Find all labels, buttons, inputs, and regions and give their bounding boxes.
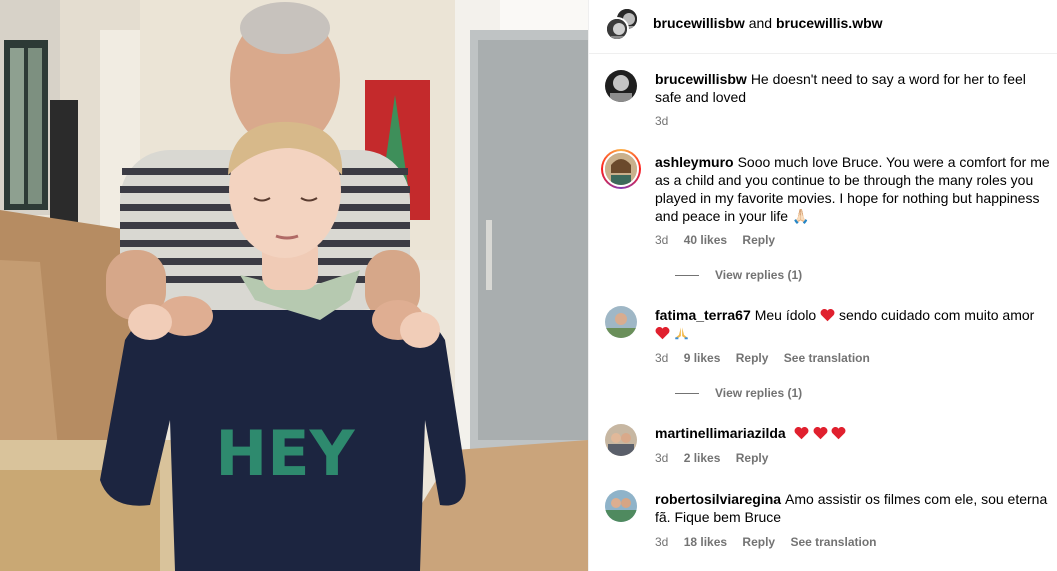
avatar[interactable]	[605, 490, 637, 522]
comment-meta: 3d 18 likes Reply See translation	[655, 535, 888, 549]
comment-meta: 3d 2 likes Reply	[655, 451, 780, 465]
comment-body: brucewillisbw He doesn't need to say a wo…	[655, 70, 1055, 106]
comment-username[interactable]: robertosilviaregina	[655, 491, 781, 507]
caption-comment: brucewillisbw He doesn't need to say a wo…	[605, 70, 1045, 130]
comment-time[interactable]: 3d	[655, 451, 668, 465]
post-image: HEY	[0, 0, 588, 571]
author-username[interactable]: brucewillisbw	[653, 15, 745, 31]
comment-body: fatima_terra67 Meu ídolo sendo cuidado co…	[655, 306, 1055, 342]
comment-time[interactable]: 3d	[655, 114, 668, 128]
avatar[interactable]	[605, 70, 637, 102]
comment-meta: 3d 9 likes Reply See translation	[655, 351, 882, 365]
comment: robertosilviaregina Amo assistir os filme…	[605, 490, 1047, 550]
comment: martinellimariazilda 3d 2 likes Reply	[605, 424, 1045, 469]
divider-line	[675, 393, 699, 395]
comment: fatima_terra67 Meu ídolo sendo cuidado co…	[605, 306, 1045, 402]
reply-button[interactable]: Reply	[742, 535, 775, 549]
avatar[interactable]	[605, 306, 637, 338]
comment-text: sendo cuidado com muito amor	[839, 307, 1035, 323]
reply-button[interactable]: Reply	[736, 451, 769, 465]
comment-body: martinellimariazilda	[655, 424, 1055, 442]
reply-button[interactable]: Reply	[742, 233, 775, 247]
comment-likes[interactable]: 40 likes	[684, 233, 727, 247]
comment-time[interactable]: 3d	[655, 233, 668, 247]
comment-likes[interactable]: 18 likes	[684, 535, 727, 549]
view-replies-label: View replies (1)	[715, 386, 803, 400]
heart-emoji-icon	[813, 426, 827, 440]
comment-text: Meu ídolo	[754, 307, 817, 323]
author-conjunction: and	[748, 15, 773, 31]
comment-likes[interactable]: 2 likes	[684, 451, 721, 465]
praying-hands-emoji-icon	[675, 327, 688, 340]
avatar[interactable]	[601, 149, 641, 189]
view-replies-button[interactable]: View replies (1)	[675, 386, 802, 400]
heart-emoji-icon	[794, 426, 809, 440]
comment-body: robertosilviaregina Amo assistir os filme…	[655, 490, 1055, 526]
avatar[interactable]	[605, 17, 629, 41]
see-translation-button[interactable]: See translation	[790, 535, 876, 549]
comment-username[interactable]: brucewillisbw	[655, 71, 747, 87]
post-header: brucewillisbw and brucewillis.wbw	[589, 0, 1057, 54]
comment-body: ashleymuro Sooo much love Bruce. You were…	[655, 153, 1055, 225]
comment-username[interactable]: ashleymuro	[655, 154, 734, 170]
comment-time[interactable]: 3d	[655, 535, 668, 549]
heart-emoji-icon	[831, 426, 846, 440]
heart-emoji-icon	[820, 308, 835, 322]
avatar[interactable]	[605, 424, 637, 456]
reply-button[interactable]: Reply	[736, 351, 769, 365]
view-replies-button[interactable]: View replies (1)	[675, 268, 802, 282]
comment: ashleymuro Sooo much love Bruce. You were…	[601, 149, 1050, 283]
sweater-text: HEY	[215, 417, 355, 490]
comment-username[interactable]: martinellimariazilda	[655, 425, 786, 441]
comment-meta: 3d	[655, 114, 680, 128]
heart-emoji-icon	[655, 326, 670, 340]
divider-line	[675, 275, 699, 277]
post-authors: brucewillisbw and brucewillis.wbw	[653, 15, 883, 31]
comments-panel: brucewillisbw and brucewillis.wbw brucew…	[588, 0, 1057, 571]
comment-likes[interactable]: 9 likes	[684, 351, 721, 365]
comment-username[interactable]: fatima_terra67	[655, 307, 751, 323]
comment-time[interactable]: 3d	[655, 351, 668, 365]
view-replies-label: View replies (1)	[715, 268, 803, 282]
post-photo[interactable]: HEY	[0, 0, 588, 571]
see-translation-button[interactable]: See translation	[784, 351, 870, 365]
comment-meta: 3d 40 likes Reply	[655, 233, 787, 247]
author-username[interactable]: brucewillis.wbw	[776, 15, 883, 31]
author-avatars[interactable]	[605, 7, 641, 43]
